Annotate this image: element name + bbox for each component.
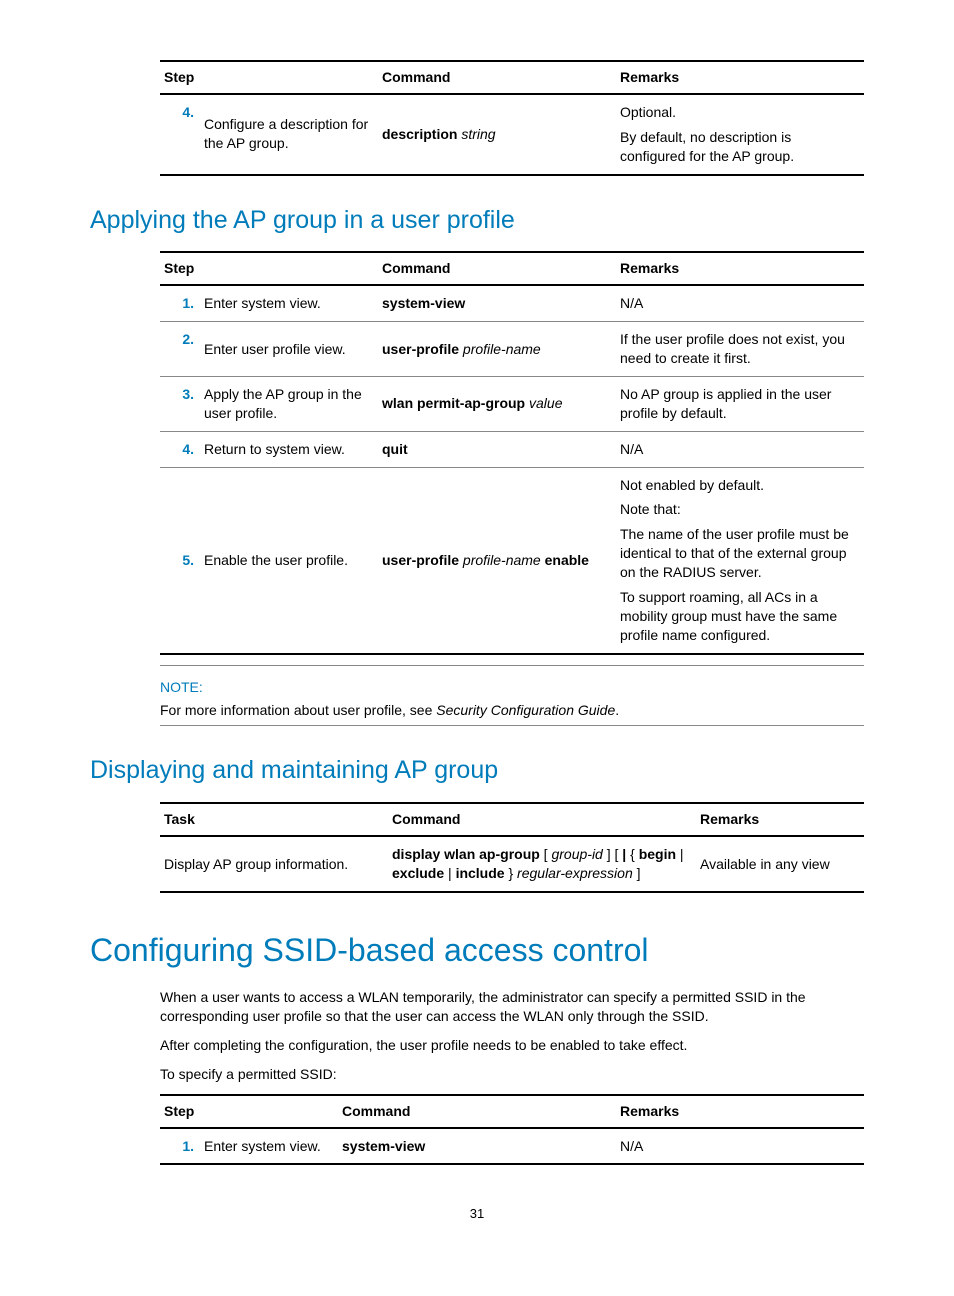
step-text: Enter system view. (200, 285, 378, 321)
col-command: Command (378, 61, 616, 94)
step-text: Enter system view. (200, 1128, 338, 1165)
remarks-text: Available in any view (696, 836, 864, 892)
command-text: quit (378, 431, 616, 467)
paragraph: After completing the configuration, the … (160, 1036, 864, 1055)
note-label: NOTE: (160, 678, 864, 697)
table: Task Command Remarks Display AP group in… (160, 802, 864, 893)
col-remarks: Remarks (616, 1095, 864, 1128)
step-num: 4. (160, 431, 200, 467)
step-num: 1. (160, 1128, 200, 1165)
col-task: Task (160, 803, 388, 836)
table-row: 4. Return to system view. quit N/A (160, 431, 864, 467)
table-row: 5. Enable the user profile. user-profile… (160, 467, 864, 654)
table: Step Command Remarks 1. Enter system vie… (160, 251, 864, 654)
remarks-text: No AP group is applied in the user profi… (616, 376, 864, 431)
col-step: Step (160, 61, 378, 94)
task-text: Display AP group information. (160, 836, 388, 892)
table-row: 3. Apply the AP group in the user profil… (160, 376, 864, 431)
col-step: Step (160, 252, 378, 285)
step-text: Configure a description for the AP group… (200, 94, 378, 175)
col-remarks: Remarks (616, 61, 864, 94)
command-text: wlan permit-ap-group value (378, 376, 616, 431)
paragraph: To specify a permitted SSID: (160, 1065, 864, 1084)
note-body: For more information about user profile,… (160, 701, 864, 727)
section-body: When a user wants to access a WLAN tempo… (160, 988, 864, 1165)
step-num: 2. (160, 322, 200, 377)
table-row: Display AP group information. display wl… (160, 836, 864, 892)
command-text: user-profile profile-name enable (378, 467, 616, 654)
step-text: Return to system view. (200, 431, 378, 467)
table-ap-group-desc: Step Command Remarks 4. Configure a desc… (160, 60, 864, 176)
command-text: description string (378, 94, 616, 175)
col-command: Command (378, 252, 616, 285)
remarks-text: Not enabled by default. Note that: The n… (616, 467, 864, 654)
command-text: system-view (338, 1128, 616, 1165)
page-number: 31 (90, 1205, 864, 1223)
table-row: 2. Enter user profile view. user-profile… (160, 322, 864, 377)
command-text: system-view (378, 285, 616, 321)
heading-ssid-access-control: Configuring SSID-based access control (90, 929, 864, 972)
command-text: user-profile profile-name (378, 322, 616, 377)
remarks-text: N/A (616, 431, 864, 467)
step-text: Enter user profile view. (200, 322, 378, 377)
table-row: 1. Enter system view. system-view N/A (160, 285, 864, 321)
table: Step Command Remarks 4. Configure a desc… (160, 60, 864, 176)
step-text: Apply the AP group in the user profile. (200, 376, 378, 431)
col-remarks: Remarks (616, 252, 864, 285)
remarks-text: N/A (616, 285, 864, 321)
remarks-text: If the user profile does not exist, you … (616, 322, 864, 377)
table-ssid-steps: Step Command Remarks 1. Enter system vie… (160, 1094, 864, 1166)
col-step: Step (160, 1095, 338, 1128)
step-num: 1. (160, 285, 200, 321)
table-apply-ap-group: Step Command Remarks 1. Enter system vie… (160, 251, 864, 726)
step-num: 3. (160, 376, 200, 431)
step-num: 5. (160, 467, 200, 654)
heading-applying-ap-group: Applying the AP group in a user profile (90, 204, 864, 238)
heading-displaying-ap-group: Displaying and maintaining AP group (90, 754, 864, 788)
col-remarks: Remarks (696, 803, 864, 836)
remarks-text: Optional. By default, no description is … (616, 94, 864, 175)
table-row: 4. Configure a description for the AP gr… (160, 94, 864, 175)
command-text: display wlan ap-group [ group-id ] [ | {… (388, 836, 696, 892)
table-display-ap-group: Task Command Remarks Display AP group in… (160, 802, 864, 893)
paragraph: When a user wants to access a WLAN tempo… (160, 988, 864, 1026)
col-command: Command (338, 1095, 616, 1128)
step-num: 4. (160, 94, 200, 175)
col-command: Command (388, 803, 696, 836)
remarks-text: N/A (616, 1128, 864, 1165)
note-box: NOTE: For more information about user pr… (160, 665, 864, 727)
step-text: Enable the user profile. (200, 467, 378, 654)
table-row: 1. Enter system view. system-view N/A (160, 1128, 864, 1165)
